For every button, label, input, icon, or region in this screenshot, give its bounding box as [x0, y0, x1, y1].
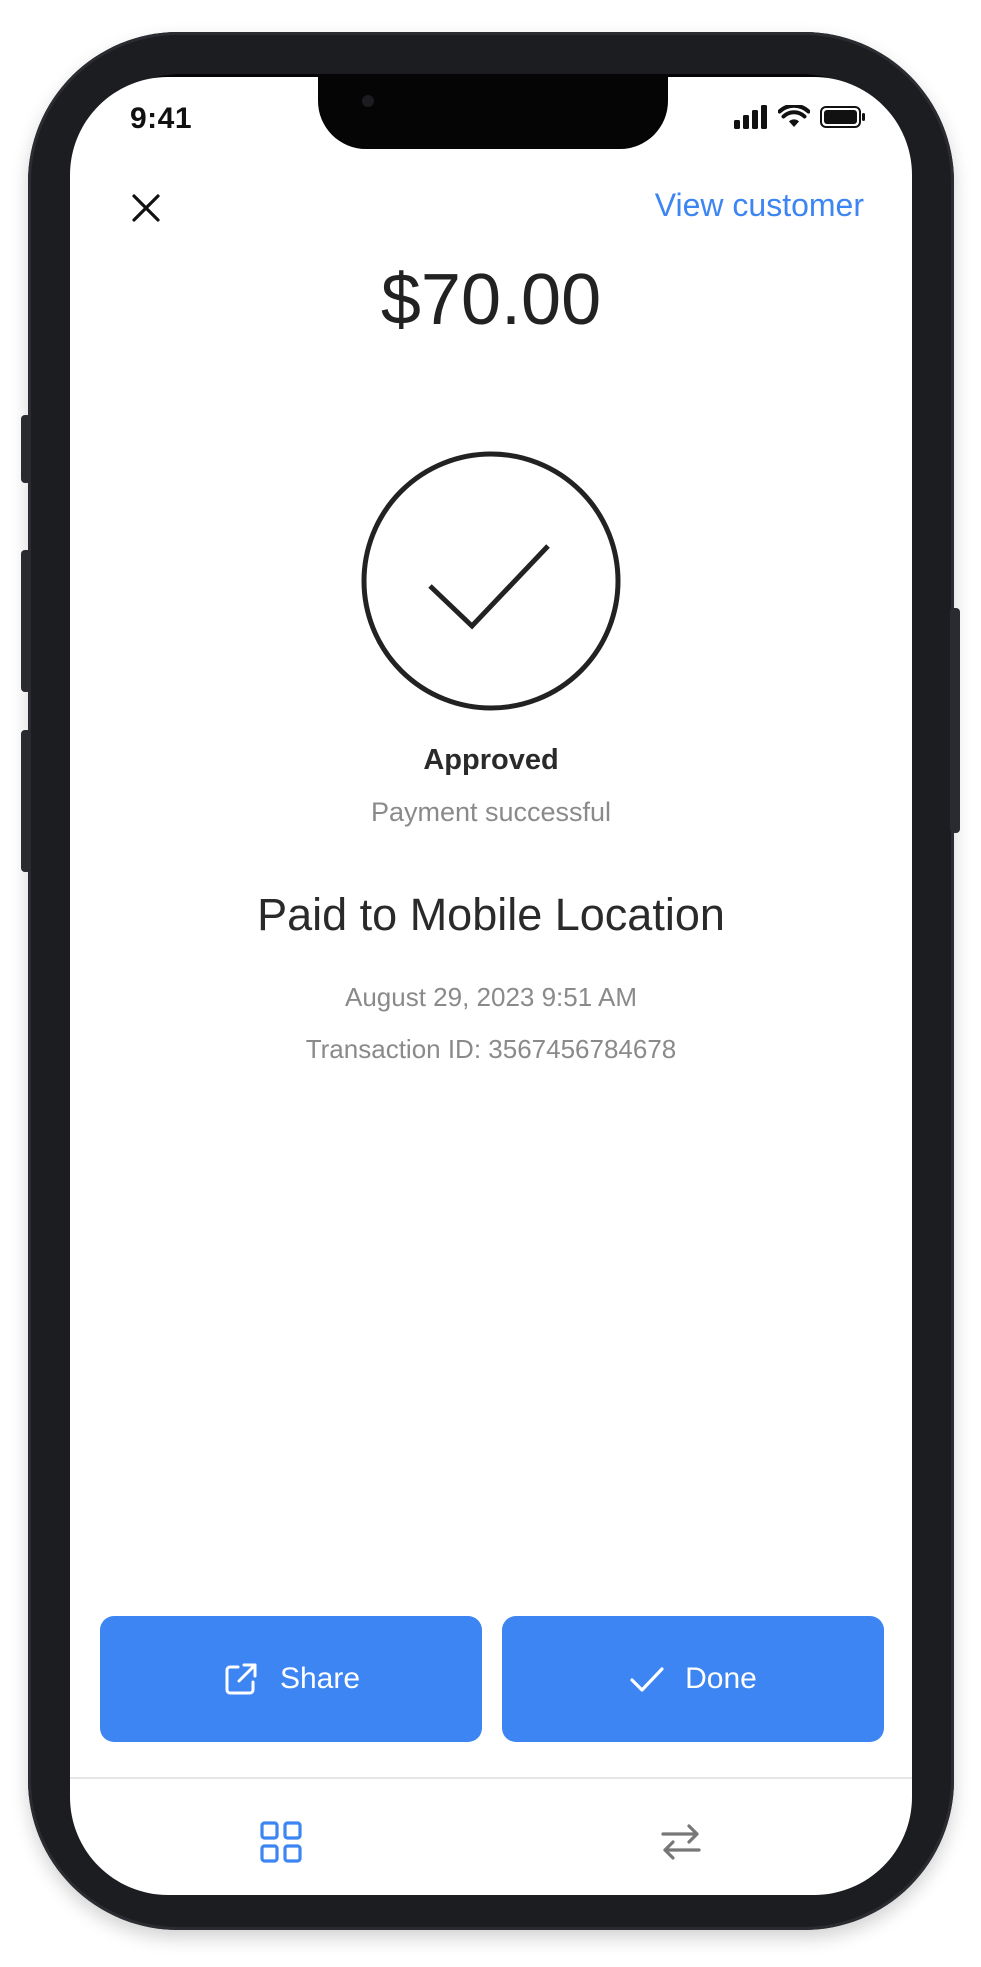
external-link-icon — [225, 1663, 257, 1695]
volume-down-button — [21, 730, 31, 872]
volume-up-button — [21, 550, 31, 692]
checkmark-circle-icon — [361, 451, 621, 711]
done-button-label: Done — [685, 1662, 757, 1695]
done-button[interactable]: Done — [502, 1616, 884, 1742]
front-camera — [362, 95, 374, 107]
silent-switch — [21, 415, 31, 483]
status-icons — [734, 105, 866, 129]
close-icon — [132, 194, 160, 222]
tab-bar-divider — [70, 1777, 912, 1779]
payment-amount: $70.00 — [380, 260, 602, 340]
close-button[interactable] — [120, 182, 172, 234]
share-button-label: Share — [279, 1662, 361, 1695]
status-title: Approved — [423, 744, 559, 776]
power-button — [950, 608, 960, 833]
cellular-signal-icon — [734, 105, 767, 129]
status-subtitle: Payment successful — [370, 797, 612, 827]
notch — [318, 77, 668, 149]
grid-icon — [260, 1821, 302, 1863]
share-button[interactable]: Share — [100, 1616, 482, 1742]
battery-icon — [820, 106, 865, 128]
paid-to-label: Paid to Mobile Location — [257, 889, 725, 940]
screen: 9:41 View customer $70.00 Approved Payme… — [70, 77, 912, 1895]
tab-transfer[interactable] — [636, 1797, 726, 1887]
view-customer-link[interactable]: View customer — [655, 187, 864, 224]
transfer-arrows-icon — [661, 1824, 701, 1860]
tab-grid[interactable] — [236, 1797, 326, 1887]
transaction-date: August 29, 2023 9:51 AM — [345, 982, 637, 1012]
wifi-icon — [778, 105, 810, 127]
checkmark-icon — [630, 1667, 664, 1692]
transaction-id: Transaction ID: 3567456784678 — [305, 1034, 677, 1064]
status-time: 9:41 — [130, 102, 193, 135]
